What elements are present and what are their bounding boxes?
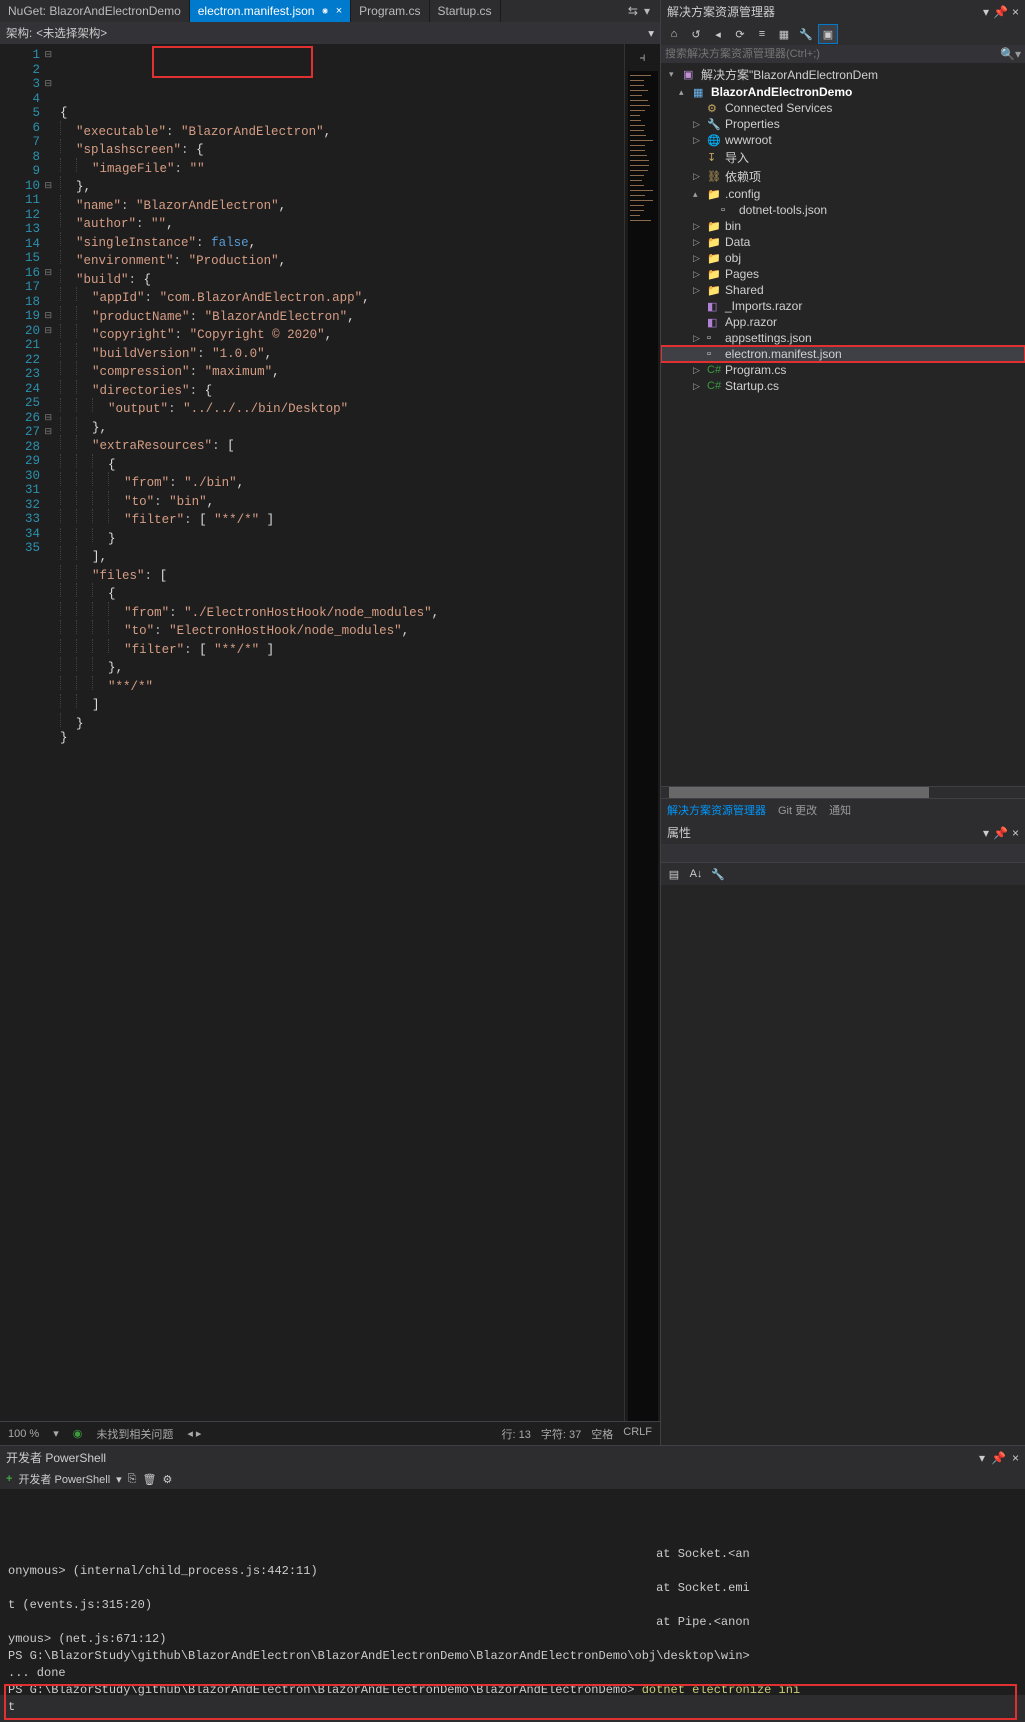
tree-item[interactable]: ▷⛓依赖项: [661, 167, 1025, 186]
whitespace-mode[interactable]: 空格: [591, 1426, 613, 1442]
close-icon[interactable]: ×: [336, 5, 342, 17]
tree-scrollbar[interactable]: [661, 786, 1025, 798]
tree-item[interactable]: ↧导入: [661, 148, 1025, 167]
close-icon[interactable]: ×: [1012, 5, 1019, 19]
refresh-icon[interactable]: ⟳: [731, 25, 749, 43]
properties-title: 属性: [667, 824, 691, 841]
show-all-icon[interactable]: ▦: [775, 25, 793, 43]
solution-root[interactable]: ▾▣解决方案"BlazorAndElectronDem: [661, 65, 1025, 84]
tab-dropdown-icon[interactable]: ▾: [644, 4, 650, 18]
line-gutter: 1⊟23⊟45678910⊟111213141516⊟171819⊟20⊟212…: [0, 44, 58, 1421]
home-icon[interactable]: ⌂: [665, 25, 683, 43]
pin-icon[interactable]: 📌: [993, 826, 1008, 840]
terminal-title: 开发者 PowerShell: [6, 1449, 106, 1466]
editor-tabs: NuGet: BlazorAndElectronDemo electron.ma…: [0, 0, 660, 22]
tree-file-cs[interactable]: ▷C#Program.cs: [661, 362, 1025, 378]
project-label: BlazorAndElectronDemo: [711, 85, 852, 99]
editor-area: NuGet: BlazorAndElectronDemo electron.ma…: [0, 0, 660, 1445]
tree-file-appsettings[interactable]: ▷▫appsettings.json: [661, 330, 1025, 346]
tree-file-json[interactable]: ▫dotnet-tools.json: [661, 202, 1025, 218]
wrench-icon[interactable]: 🔧: [709, 865, 727, 883]
line-ending[interactable]: CRLF: [623, 1426, 652, 1442]
cursor-line[interactable]: 行: 13: [502, 1426, 531, 1442]
terminal-panel: 开发者 PowerShell ▾ 📌 × + 开发者 PowerShell▾ ⎘…: [0, 1445, 1025, 1695]
properties-selector[interactable]: [661, 844, 1025, 862]
tree-file-cs[interactable]: ▷C#Startup.cs: [661, 378, 1025, 394]
arch-value: <未选择架构>: [36, 25, 107, 41]
tree-file-razor[interactable]: ◧_Imports.razor: [661, 298, 1025, 314]
side-panel: 解决方案资源管理器 ▾ 📌 × ⌂ ↺ ◂ ⟳ ≡ ▦ 🔧 ▣ 🔍▾ ▾▣解决方…: [660, 0, 1025, 1445]
new-terminal-icon[interactable]: +: [6, 1473, 12, 1485]
architecture-bar[interactable]: 架构: <未选择架构> ▾: [0, 22, 660, 44]
sync-icon[interactable]: ↺: [687, 25, 705, 43]
tree-folder[interactable]: ▷📁bin: [661, 218, 1025, 234]
tree-file-electron-manifest[interactable]: ▫electron.manifest.json: [661, 346, 1025, 362]
tree-file-razor[interactable]: ◧App.razor: [661, 314, 1025, 330]
zoom-level[interactable]: 100 %: [8, 1428, 39, 1440]
gear-icon[interactable]: ⚙: [162, 1473, 172, 1486]
pin-icon[interactable]: 📌: [991, 1451, 1006, 1465]
pin-icon[interactable]: 📌: [993, 5, 1008, 19]
search-icon[interactable]: 🔍▾: [1000, 47, 1021, 61]
trash-icon[interactable]: 🗑: [142, 1473, 156, 1486]
minimap-panel: ⫞: [624, 44, 660, 1421]
terminal-tab[interactable]: 开发者 PowerShell: [18, 1471, 110, 1487]
tree-item[interactable]: ⚙Connected Services: [661, 100, 1025, 116]
tab-label: Program.cs: [359, 4, 420, 18]
tab-solution-explorer[interactable]: 解决方案资源管理器: [661, 799, 772, 821]
root-label: 解决方案"BlazorAndElectronDem: [701, 66, 878, 83]
collapse-icon[interactable]: ≡: [753, 25, 771, 43]
dropdown-icon[interactable]: ▾: [979, 1451, 985, 1465]
tab-manifest[interactable]: electron.manifest.json ⁕ ×: [190, 0, 351, 22]
dropdown-icon[interactable]: ▾: [983, 5, 989, 19]
nav-dropdown-icon[interactable]: ▾: [648, 26, 654, 40]
panel-title: 解决方案资源管理器: [667, 3, 775, 20]
pin-icon[interactable]: ⁕: [320, 5, 329, 18]
red-highlight-box: [152, 46, 313, 78]
back-icon[interactable]: ◂: [709, 25, 727, 43]
tree-item[interactable]: ▷🌐wwwroot: [661, 132, 1025, 148]
close-icon[interactable]: ×: [1012, 1451, 1019, 1465]
cursor-col[interactable]: 字符: 37: [541, 1426, 581, 1442]
tree-folder[interactable]: ▷📁Shared: [661, 282, 1025, 298]
arch-label: 架构:: [6, 25, 32, 41]
tree-folder[interactable]: ▷📁obj: [661, 250, 1025, 266]
solution-tree: ▾▣解决方案"BlazorAndElectronDem ▴▦BlazorAndE…: [661, 63, 1025, 786]
solution-search[interactable]: 🔍▾: [661, 45, 1025, 63]
tab-nuget[interactable]: NuGet: BlazorAndElectronDemo: [0, 0, 190, 22]
tab-overflow-icon[interactable]: ⇆: [628, 4, 638, 18]
tree-folder[interactable]: ▷📁Pages: [661, 266, 1025, 282]
close-icon[interactable]: ×: [1012, 826, 1019, 840]
issues-status[interactable]: 未找到相关问题: [96, 1426, 173, 1442]
copy-icon[interactable]: ⎘: [128, 1473, 137, 1486]
tab-label: NuGet: BlazorAndElectronDemo: [8, 4, 181, 18]
properties-icon[interactable]: 🔧: [797, 25, 815, 43]
side-panel-tabs: 解决方案资源管理器 Git 更改 通知: [661, 798, 1025, 821]
code-editor[interactable]: { "executable": "BlazorAndElectron", "sp…: [58, 44, 624, 1421]
tree-item[interactable]: ▷🔧Properties: [661, 116, 1025, 132]
dropdown-icon[interactable]: ▾: [983, 826, 989, 840]
alphabetical-icon[interactable]: A↓: [687, 865, 705, 883]
tab-startup[interactable]: Startup.cs: [430, 0, 501, 22]
solution-toolbar: ⌂ ↺ ◂ ⟳ ≡ ▦ 🔧 ▣: [661, 23, 1025, 45]
editor-statusbar: 100 % ▾ ◉ 未找到相关问题 ◂ ▸ 行: 13 字符: 37 空格 CR…: [0, 1421, 660, 1445]
terminal-output[interactable]: at Socket.<anonymous> (internal/child_pr…: [0, 1489, 1025, 1722]
minimap[interactable]: [628, 71, 658, 1421]
tree-folder[interactable]: ▷📁Data: [661, 234, 1025, 250]
tab-label: electron.manifest.json: [198, 4, 315, 18]
tab-program[interactable]: Program.cs: [351, 0, 429, 22]
preview-icon[interactable]: ▣: [819, 25, 837, 43]
categorized-icon[interactable]: ▤: [665, 865, 683, 883]
tab-git-changes[interactable]: Git 更改: [772, 799, 823, 821]
solution-explorer-header: 解决方案资源管理器 ▾ 📌 ×: [661, 0, 1025, 23]
project-node[interactable]: ▴▦BlazorAndElectronDemo: [661, 84, 1025, 100]
tab-notifications[interactable]: 通知: [823, 799, 857, 821]
tree-folder-config[interactable]: ▴📁.config: [661, 186, 1025, 202]
tab-label: Startup.cs: [438, 4, 492, 18]
split-icon[interactable]: ⫞: [639, 50, 645, 65]
solution-search-input[interactable]: [665, 48, 1000, 60]
properties-panel: 属性 ▾ 📌 × ▤ A↓ 🔧: [661, 821, 1025, 1445]
